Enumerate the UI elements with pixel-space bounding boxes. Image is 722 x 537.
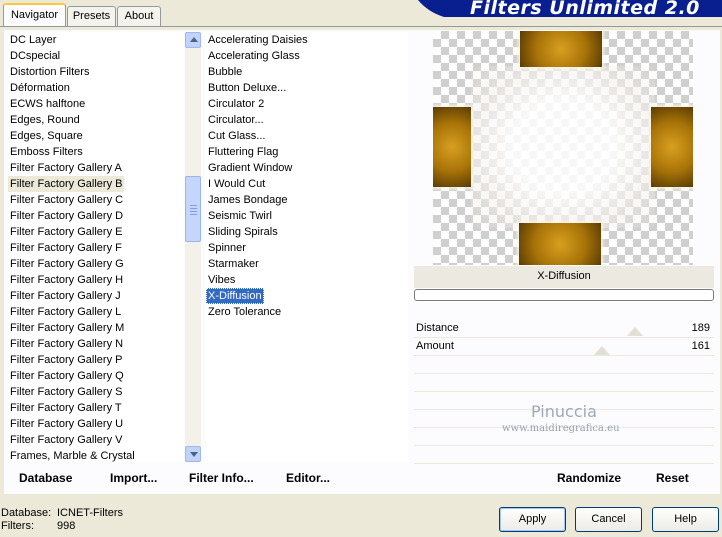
category-item[interactable]: Filter Factory Gallery N bbox=[8, 336, 125, 352]
category-item[interactable]: Filter Factory Gallery G bbox=[8, 256, 126, 272]
preview-shape-top bbox=[520, 31, 602, 67]
filter-item[interactable]: X-Diffusion bbox=[206, 288, 264, 304]
category-item[interactable]: Frames, Marble & Crystal bbox=[8, 448, 137, 464]
category-item[interactable]: Filter Factory Gallery J bbox=[8, 288, 123, 304]
filter-item[interactable]: Fluttering Flag bbox=[206, 144, 280, 160]
param-amount-label: Amount bbox=[416, 340, 454, 352]
chevron-down-icon bbox=[190, 452, 198, 457]
tab-about[interactable]: About bbox=[117, 6, 161, 26]
filter-item[interactable]: Accelerating Daisies bbox=[206, 32, 310, 48]
param-empty-1 bbox=[414, 357, 714, 374]
preview-shape-right bbox=[651, 107, 693, 187]
database-button[interactable]: Database bbox=[19, 471, 72, 485]
help-button[interactable]: Help bbox=[652, 507, 719, 532]
category-item[interactable]: DCspecial bbox=[8, 48, 62, 64]
category-item[interactable]: Emboss Filters bbox=[8, 144, 85, 160]
category-scrollbar[interactable] bbox=[185, 32, 201, 462]
category-item[interactable]: Edges, Square bbox=[8, 128, 85, 144]
filter-item[interactable]: Sliding Spirals bbox=[206, 224, 280, 240]
param-distance-label: Distance bbox=[416, 322, 459, 334]
filter-item[interactable]: Zero Tolerance bbox=[206, 304, 283, 320]
editor-button[interactable]: Editor... bbox=[286, 471, 330, 485]
param-empty-2 bbox=[414, 375, 714, 392]
filter-item[interactable]: Button Deluxe... bbox=[206, 80, 288, 96]
category-item[interactable]: Filter Factory Gallery H bbox=[8, 272, 125, 288]
filter-preview bbox=[433, 31, 693, 265]
param-distance-value: 189 bbox=[691, 322, 710, 334]
filter-item[interactable]: Spinner bbox=[206, 240, 248, 256]
category-item[interactable]: Filter Factory Gallery S bbox=[8, 384, 124, 400]
filter-item[interactable]: Circulator... bbox=[206, 112, 266, 128]
param-empty-6 bbox=[414, 447, 714, 464]
progress-bar bbox=[414, 289, 714, 301]
category-item[interactable]: Filter Factory Gallery U bbox=[8, 416, 125, 432]
database-label: Database: bbox=[1, 507, 52, 519]
chevron-up-icon bbox=[190, 37, 198, 42]
database-value: ICNET-Filters bbox=[57, 507, 123, 519]
distance-slider-marker[interactable] bbox=[627, 327, 643, 336]
apply-button[interactable]: Apply bbox=[499, 507, 566, 532]
param-distance[interactable]: Distance 189 bbox=[414, 321, 714, 338]
preview-shape-bottom bbox=[519, 223, 601, 265]
tab-navigator[interactable]: Navigator bbox=[3, 3, 66, 27]
category-item[interactable]: ECWS halftone bbox=[8, 96, 87, 112]
category-list[interactable]: DC Layer DCspecial Distortion Filters Défor… bbox=[8, 32, 184, 462]
category-item[interactable]: Filter Factory Gallery P bbox=[8, 352, 124, 368]
category-item[interactable]: Filter Factory Gallery L bbox=[8, 304, 123, 320]
category-item[interactable]: Distortion Filters bbox=[8, 64, 91, 80]
preview-glow bbox=[471, 66, 655, 228]
filter-item[interactable]: Vibes bbox=[206, 272, 237, 288]
filter-item[interactable]: Accelerating Glass bbox=[206, 48, 302, 64]
param-amount-value: 161 bbox=[691, 340, 710, 352]
scroll-thumb[interactable] bbox=[185, 176, 201, 242]
category-item[interactable]: Filter Factory Gallery M bbox=[8, 320, 126, 336]
filter-item[interactable]: James Bondage bbox=[206, 192, 290, 208]
category-item[interactable]: Filter Factory Gallery F bbox=[8, 240, 124, 256]
filter-item[interactable]: Starmaker bbox=[206, 256, 261, 272]
filter-item[interactable]: Seismic Twirl bbox=[206, 208, 274, 224]
category-item[interactable]: Filter Factory Gallery E bbox=[8, 224, 124, 240]
category-item[interactable]: Filter Factory Gallery C bbox=[8, 192, 125, 208]
tab-presets[interactable]: Presets bbox=[67, 6, 116, 26]
category-item[interactable]: Filter Factory Gallery D bbox=[8, 208, 125, 224]
category-item[interactable]: DC Layer bbox=[8, 32, 58, 48]
randomize-button[interactable]: Randomize bbox=[557, 471, 621, 485]
filter-item[interactable]: Cut Glass... bbox=[206, 128, 267, 144]
category-item[interactable]: Filter Factory Gallery A bbox=[8, 160, 124, 176]
category-item[interactable]: Edges, Round bbox=[8, 112, 82, 128]
scroll-down-button[interactable] bbox=[185, 446, 201, 462]
watermark-name: Pinuccia bbox=[531, 402, 597, 421]
filter-name-label: X-Diffusion bbox=[537, 270, 591, 282]
filters-count-value: 998 bbox=[57, 520, 76, 532]
window-title: Filters Unlimited 2.0 bbox=[470, 0, 700, 19]
reset-button[interactable]: Reset bbox=[656, 471, 689, 485]
filter-item[interactable]: Bubble bbox=[206, 64, 244, 80]
watermark-url: www.maidiregrafica.eu bbox=[502, 423, 620, 434]
filter-name-bar: X-Diffusion bbox=[414, 266, 714, 288]
tab-divider bbox=[0, 26, 722, 27]
category-item[interactable]: Filter Factory Gallery T bbox=[8, 400, 124, 416]
filter-list[interactable]: Accelerating Daisies Accelerating Glass Bu… bbox=[206, 32, 408, 462]
filter-item[interactable]: Gradient Window bbox=[206, 160, 294, 176]
category-item[interactable]: Filter Factory Gallery Q bbox=[8, 368, 126, 384]
import-button[interactable]: Import... bbox=[110, 471, 157, 485]
filter-info-button[interactable]: Filter Info... bbox=[189, 471, 254, 485]
category-item[interactable]: Filter Factory Gallery V bbox=[8, 432, 124, 448]
cancel-button[interactable]: Cancel bbox=[575, 507, 642, 532]
param-amount[interactable]: Amount 161 bbox=[414, 339, 714, 356]
scroll-up-button[interactable] bbox=[185, 32, 201, 48]
category-item[interactable]: Filter Factory Gallery B bbox=[8, 176, 125, 192]
amount-slider-marker[interactable] bbox=[594, 346, 610, 355]
filter-item[interactable]: I Would Cut bbox=[206, 176, 267, 192]
preview-shape-left bbox=[433, 107, 471, 187]
filter-item[interactable]: Circulator 2 bbox=[206, 96, 266, 112]
category-item[interactable]: Déformation bbox=[8, 80, 72, 96]
filters-count-label: Filters: bbox=[1, 520, 34, 532]
